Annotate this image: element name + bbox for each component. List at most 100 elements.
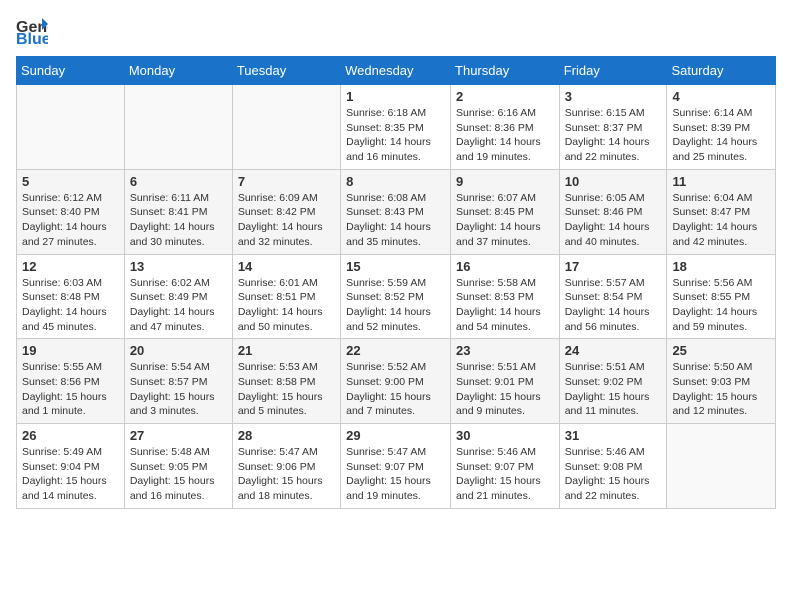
day-number: 2 — [456, 89, 554, 104]
calendar-cell: 8 Sunrise: 6:08 AM Sunset: 8:43 PM Daylig… — [341, 169, 451, 254]
weekday-header-row: SundayMondayTuesdayWednesdayThursdayFrid… — [17, 57, 776, 85]
calendar-cell: 16 Sunrise: 5:58 AM Sunset: 8:53 PM Dayli… — [451, 254, 560, 339]
day-info: Sunrise: 6:01 AM Sunset: 8:51 PM Dayligh… — [238, 276, 335, 335]
calendar-cell — [667, 424, 776, 509]
day-info: Sunrise: 5:50 AM Sunset: 9:03 PM Dayligh… — [672, 360, 770, 419]
day-info: Sunrise: 6:11 AM Sunset: 8:41 PM Dayligh… — [130, 191, 227, 250]
day-number: 23 — [456, 343, 554, 358]
calendar-week-row: 1 Sunrise: 6:18 AM Sunset: 8:35 PM Daylig… — [17, 85, 776, 170]
day-info: Sunrise: 5:48 AM Sunset: 9:05 PM Dayligh… — [130, 445, 227, 504]
day-info: Sunrise: 5:46 AM Sunset: 9:07 PM Dayligh… — [456, 445, 554, 504]
calendar-week-row: 19 Sunrise: 5:55 AM Sunset: 8:56 PM Dayli… — [17, 339, 776, 424]
logo-icon: General Blue — [16, 16, 48, 44]
calendar-cell: 14Sunrise: 6:01 AM Sunset: 8:51 PM Dayli… — [232, 254, 340, 339]
svg-text:Blue: Blue — [16, 31, 48, 44]
day-info: Sunrise: 5:53 AM Sunset: 8:58 PM Dayligh… — [238, 360, 335, 419]
day-number: 18 — [672, 259, 770, 274]
calendar-cell: 24 Sunrise: 5:51 AM Sunset: 9:02 PM Dayli… — [559, 339, 667, 424]
day-info: Sunrise: 6:05 AM Sunset: 8:46 PM Dayligh… — [565, 191, 662, 250]
day-number: 4 — [672, 89, 770, 104]
logo: General Blue — [16, 16, 48, 44]
calendar-week-row: 5 Sunrise: 6:12 AM Sunset: 8:40 PM Daylig… — [17, 169, 776, 254]
day-number: 6 — [130, 174, 227, 189]
day-info: Sunrise: 5:52 AM Sunset: 9:00 PM Dayligh… — [346, 360, 445, 419]
day-info: Sunrise: 6:07 AM Sunset: 8:45 PM Dayligh… — [456, 191, 554, 250]
calendar-cell — [17, 85, 125, 170]
day-info: Sunrise: 6:04 AM Sunset: 8:47 PM Dayligh… — [672, 191, 770, 250]
day-info: Sunrise: 5:55 AM Sunset: 8:56 PM Dayligh… — [22, 360, 119, 419]
day-info: Sunrise: 5:56 AM Sunset: 8:55 PM Dayligh… — [672, 276, 770, 335]
day-info: Sunrise: 5:58 AM Sunset: 8:53 PM Dayligh… — [456, 276, 554, 335]
day-number: 1 — [346, 89, 445, 104]
weekday-header-thursday: Thursday — [451, 57, 560, 85]
day-info: Sunrise: 5:49 AM Sunset: 9:04 PM Dayligh… — [22, 445, 119, 504]
day-info: Sunrise: 5:51 AM Sunset: 9:01 PM Dayligh… — [456, 360, 554, 419]
day-number: 19 — [22, 343, 119, 358]
day-info: Sunrise: 5:54 AM Sunset: 8:57 PM Dayligh… — [130, 360, 227, 419]
day-number: 7 — [238, 174, 335, 189]
day-info: Sunrise: 5:46 AM Sunset: 9:08 PM Dayligh… — [565, 445, 662, 504]
day-number: 3 — [565, 89, 662, 104]
calendar-cell: 27 Sunrise: 5:48 AM Sunset: 9:05 PM Dayli… — [124, 424, 232, 509]
calendar-cell: 6 Sunrise: 6:11 AM Sunset: 8:41 PM Daylig… — [124, 169, 232, 254]
day-number: 28 — [238, 428, 335, 443]
day-info: Sunrise: 6:16 AM Sunset: 8:36 PM Dayligh… — [456, 106, 554, 165]
day-info: Sunrise: 6:18 AM Sunset: 8:35 PM Dayligh… — [346, 106, 445, 165]
calendar-cell: 18 Sunrise: 5:56 AM Sunset: 8:55 PM Dayli… — [667, 254, 776, 339]
calendar-cell: 13 Sunrise: 6:02 AM Sunset: 8:49 PM Dayli… — [124, 254, 232, 339]
calendar-cell: 11 Sunrise: 6:04 AM Sunset: 8:47 PM Dayli… — [667, 169, 776, 254]
calendar-cell: 10Sunrise: 6:05 AM Sunset: 8:46 PM Dayli… — [559, 169, 667, 254]
day-info: Sunrise: 6:15 AM Sunset: 8:37 PM Dayligh… — [565, 106, 662, 165]
day-number: 13 — [130, 259, 227, 274]
day-info: Sunrise: 6:09 AM Sunset: 8:42 PM Dayligh… — [238, 191, 335, 250]
calendar-cell: 25 Sunrise: 5:50 AM Sunset: 9:03 PM Dayli… — [667, 339, 776, 424]
day-info: Sunrise: 5:57 AM Sunset: 8:54 PM Dayligh… — [565, 276, 662, 335]
day-info: Sunrise: 6:03 AM Sunset: 8:48 PM Dayligh… — [22, 276, 119, 335]
day-number: 21 — [238, 343, 335, 358]
day-info: Sunrise: 6:12 AM Sunset: 8:40 PM Dayligh… — [22, 191, 119, 250]
day-info: Sunrise: 5:47 AM Sunset: 9:07 PM Dayligh… — [346, 445, 445, 504]
calendar-cell: 21 Sunrise: 5:53 AM Sunset: 8:58 PM Dayli… — [232, 339, 340, 424]
calendar-cell — [232, 85, 340, 170]
day-number: 20 — [130, 343, 227, 358]
day-number: 26 — [22, 428, 119, 443]
calendar-cell: 23 Sunrise: 5:51 AM Sunset: 9:01 PM Dayli… — [451, 339, 560, 424]
day-number: 8 — [346, 174, 445, 189]
day-number: 16 — [456, 259, 554, 274]
day-number: 22 — [346, 343, 445, 358]
calendar-cell: 17Sunrise: 5:57 AM Sunset: 8:54 PM Dayli… — [559, 254, 667, 339]
day-info: Sunrise: 6:02 AM Sunset: 8:49 PM Dayligh… — [130, 276, 227, 335]
calendar-cell: 9Sunrise: 6:07 AM Sunset: 8:45 PM Daylig… — [451, 169, 560, 254]
day-info: Sunrise: 6:08 AM Sunset: 8:43 PM Dayligh… — [346, 191, 445, 250]
day-info: Sunrise: 5:51 AM Sunset: 9:02 PM Dayligh… — [565, 360, 662, 419]
day-number: 27 — [130, 428, 227, 443]
day-number: 30 — [456, 428, 554, 443]
day-number: 25 — [672, 343, 770, 358]
calendar-table: SundayMondayTuesdayWednesdayThursdayFrid… — [16, 56, 776, 509]
day-info: Sunrise: 5:47 AM Sunset: 9:06 PM Dayligh… — [238, 445, 335, 504]
calendar-cell — [124, 85, 232, 170]
calendar-cell: 22 Sunrise: 5:52 AM Sunset: 9:00 PM Dayli… — [341, 339, 451, 424]
calendar-cell: 15Sunrise: 5:59 AM Sunset: 8:52 PM Dayli… — [341, 254, 451, 339]
calendar-week-row: 26 Sunrise: 5:49 AM Sunset: 9:04 PM Dayli… — [17, 424, 776, 509]
calendar-cell: 5 Sunrise: 6:12 AM Sunset: 8:40 PM Daylig… — [17, 169, 125, 254]
weekday-header-wednesday: Wednesday — [341, 57, 451, 85]
day-number: 31 — [565, 428, 662, 443]
header: General Blue — [16, 16, 776, 44]
day-number: 5 — [22, 174, 119, 189]
calendar-cell: 1 Sunrise: 6:18 AM Sunset: 8:35 PM Daylig… — [341, 85, 451, 170]
day-number: 12 — [22, 259, 119, 274]
day-number: 11 — [672, 174, 770, 189]
calendar-cell: 12 Sunrise: 6:03 AM Sunset: 8:48 PM Dayli… — [17, 254, 125, 339]
calendar-cell: 26 Sunrise: 5:49 AM Sunset: 9:04 PM Dayli… — [17, 424, 125, 509]
day-info: Sunrise: 6:14 AM Sunset: 8:39 PM Dayligh… — [672, 106, 770, 165]
calendar-cell: 28 Sunrise: 5:47 AM Sunset: 9:06 PM Dayli… — [232, 424, 340, 509]
day-number: 24 — [565, 343, 662, 358]
calendar-cell: 2 Sunrise: 6:16 AM Sunset: 8:36 PM Daylig… — [451, 85, 560, 170]
weekday-header-friday: Friday — [559, 57, 667, 85]
weekday-header-tuesday: Tuesday — [232, 57, 340, 85]
day-number: 29 — [346, 428, 445, 443]
calendar-week-row: 12 Sunrise: 6:03 AM Sunset: 8:48 PM Dayli… — [17, 254, 776, 339]
weekday-header-sunday: Sunday — [17, 57, 125, 85]
calendar-cell: 4 Sunrise: 6:14 AM Sunset: 8:39 PM Daylig… — [667, 85, 776, 170]
